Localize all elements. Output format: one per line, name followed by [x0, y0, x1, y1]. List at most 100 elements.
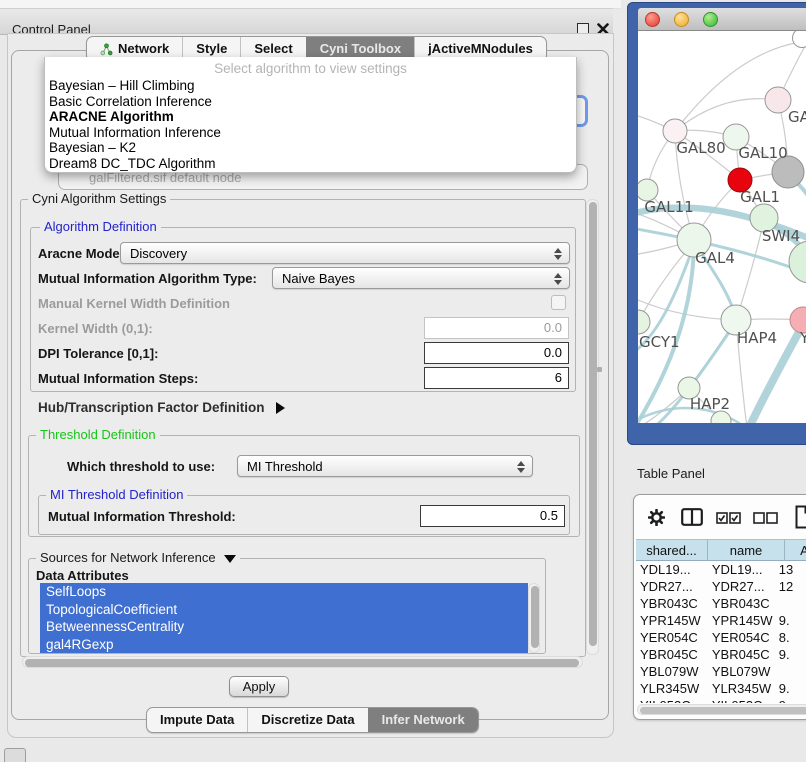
table-cell[interactable]: YBL079W: [636, 663, 703, 680]
dock-panel-icon[interactable]: [4, 748, 26, 762]
table-row[interactable]: YER054CYER054C8.: [636, 629, 806, 646]
table-hscrollbar-thumb[interactable]: [640, 707, 806, 714]
table-row[interactable]: YBL079WYBL079W: [636, 663, 806, 680]
settings-hscrollbar-thumb[interactable]: [25, 659, 579, 667]
new-table-icon[interactable]: [795, 505, 806, 534]
network-node-label: HAP4: [737, 329, 777, 347]
attributes-list-vscrollbar-thumb[interactable]: [531, 586, 539, 648]
network-node-label: GCY1: [639, 333, 680, 351]
network-canvas[interactable]: GALGAL80GAL10GAL1GAL11SWI4GAL4GCY1HAP4YH…: [638, 31, 806, 423]
kernel-width-input[interactable]: 0.0: [424, 317, 569, 339]
table-cell[interactable]: 12: [775, 578, 806, 595]
mi-steps-input[interactable]: 6: [424, 367, 569, 389]
table-cell[interactable]: YIL052C: [703, 697, 775, 703]
table-cell[interactable]: 13: [775, 561, 806, 578]
data-attributes-list[interactable]: SelfLoopsTopologicalCoefficientBetweenne…: [40, 583, 528, 653]
network-node[interactable]: [789, 241, 806, 283]
network-node[interactable]: [793, 31, 806, 48]
table-cell[interactable]: 9.: [775, 680, 806, 697]
table-cell[interactable]: 8.: [775, 629, 806, 646]
table-cell[interactable]: YIL052C: [636, 697, 703, 703]
attribute-item-betweennesscentrality[interactable]: BetweennessCentrality: [40, 618, 528, 636]
algorithm-option-dream8-dc-tdc-algorithm[interactable]: Dream8 DC_TDC Algorithm: [45, 156, 576, 172]
table-row[interactable]: YBR045CYBR045C9.: [636, 646, 806, 663]
attribute-item-topologicalcoefficient[interactable]: TopologicalCoefficient: [40, 601, 528, 619]
table-cell[interactable]: YBR043C: [636, 595, 703, 612]
table-row[interactable]: YDR27...YDR27...12: [636, 578, 806, 595]
select-checks-icon[interactable]: [716, 511, 742, 530]
algorithm-option-bayesian-hill-climbing[interactable]: Bayesian – Hill Climbing: [45, 78, 576, 94]
table-row[interactable]: YPR145WYPR145W9.: [636, 612, 806, 629]
table-cell[interactable]: YLR345W: [703, 680, 775, 697]
mi-threshold-input[interactable]: 0.5: [420, 505, 565, 527]
algorithm-option-bayesian-k2[interactable]: Bayesian – K2: [45, 140, 576, 156]
table-cell[interactable]: 9.: [775, 612, 806, 629]
dropdown-item-list: Bayesian – Hill ClimbingBasic Correlatio…: [45, 78, 576, 171]
split-columns-icon[interactable]: [681, 508, 703, 531]
table-cell[interactable]: [775, 595, 806, 612]
table-cell[interactable]: YPR145W: [703, 612, 775, 629]
bottom-tab-infer-network[interactable]: Infer Network: [368, 708, 478, 732]
settings-vscrollbar-thumb[interactable]: [589, 202, 597, 646]
table-cell[interactable]: YDR27...: [703, 578, 775, 595]
sources-group-title: Sources for Network Inference: [36, 550, 240, 565]
column-header-name[interactable]: name: [708, 539, 785, 561]
algorithm-dropdown[interactable]: Select algorithm to view settings Bayesi…: [44, 57, 577, 173]
table-row[interactable]: YBR043CYBR043C: [636, 595, 806, 612]
table-cell[interactable]: 9.: [775, 646, 806, 663]
expand-right-icon[interactable]: [276, 402, 285, 414]
attribute-item-gal4rgexp[interactable]: gal4RGexp: [40, 636, 528, 654]
dpi-tolerance-input[interactable]: 0.0: [424, 342, 569, 364]
table-cell[interactable]: YDL19...: [703, 561, 775, 578]
network-window-titlebar[interactable]: [638, 8, 806, 31]
attributes-list-vscrollbar[interactable]: [528, 583, 540, 653]
table-row[interactable]: YDL19...YDL19...13: [636, 561, 806, 578]
column-header-a[interactable]: A: [785, 539, 806, 561]
hub-definition-section[interactable]: Hub/Transcription Factor Definition: [38, 400, 285, 415]
clear-checks-icon[interactable]: [753, 511, 779, 530]
table-cell[interactable]: YBR045C: [703, 646, 775, 663]
table-cell[interactable]: YDR27...: [636, 578, 703, 595]
threshold-definition-title: Threshold Definition: [36, 427, 160, 442]
table-cell[interactable]: YBL079W: [703, 663, 775, 680]
column-header-shared[interactable]: shared...: [636, 539, 708, 561]
network-node-gcy1[interactable]: [638, 310, 650, 334]
mi-type-combo[interactable]: Naive Bayes: [272, 267, 570, 289]
panel-splitter-handle[interactable]: [597, 367, 602, 372]
settings-hscrollbar[interactable]: [22, 656, 583, 668]
table-cell[interactable]: YPR145W: [636, 612, 703, 629]
algorithm-option-aracne-algorithm[interactable]: ARACNE Algorithm: [45, 109, 576, 125]
table-cell[interactable]: YER054C: [636, 629, 703, 646]
dropdown-placeholder: Select algorithm to view settings: [45, 57, 576, 78]
spinner-arrows-icon: [554, 273, 562, 285]
which-threshold-combo[interactable]: MI Threshold: [237, 455, 533, 477]
table-cell[interactable]: [775, 663, 806, 680]
mi-threshold-label: Mutual Information Threshold:: [48, 509, 236, 524]
traffic-light-close-icon[interactable]: [645, 12, 660, 27]
attribute-item-selfloops[interactable]: SelfLoops: [40, 583, 528, 601]
apply-button[interactable]: Apply: [229, 676, 289, 697]
collapse-down-icon[interactable]: [224, 555, 236, 563]
traffic-light-minimize-icon[interactable]: [674, 12, 689, 27]
table-row[interactable]: YIL052CYIL052C9.: [636, 697, 806, 703]
table-cell[interactable]: YBR043C: [703, 595, 775, 612]
traffic-light-zoom-icon[interactable]: [703, 12, 718, 27]
table-row[interactable]: YLR345WYLR345W9.: [636, 680, 806, 697]
algorithm-option-basic-correlation-inference[interactable]: Basic Correlation Inference: [45, 94, 576, 110]
table-cell[interactable]: 9.: [775, 697, 806, 703]
algorithm-option-mutual-information-inference[interactable]: Mutual Information Inference: [45, 125, 576, 141]
table-cell[interactable]: YER054C: [703, 629, 775, 646]
aracne-mode-combo[interactable]: Discovery: [120, 242, 570, 264]
mi-steps-label: Mutual Information Steps:: [38, 371, 198, 386]
bottom-tab-impute-data[interactable]: Impute Data: [147, 708, 247, 732]
bottom-tab-discretize-data[interactable]: Discretize Data: [247, 708, 367, 732]
gear-icon[interactable]: [648, 509, 665, 531]
table-cell[interactable]: YBR045C: [636, 646, 703, 663]
settings-vscrollbar[interactable]: [586, 199, 599, 655]
network-node-label: SWI4: [762, 227, 800, 245]
manual-kernel-checkbox[interactable]: [551, 295, 566, 310]
table-cell[interactable]: YLR345W: [636, 680, 703, 697]
table-cell[interactable]: YDL19...: [636, 561, 703, 578]
tab-label: Discretize Data: [261, 708, 354, 732]
table-hscrollbar[interactable]: [637, 704, 806, 715]
